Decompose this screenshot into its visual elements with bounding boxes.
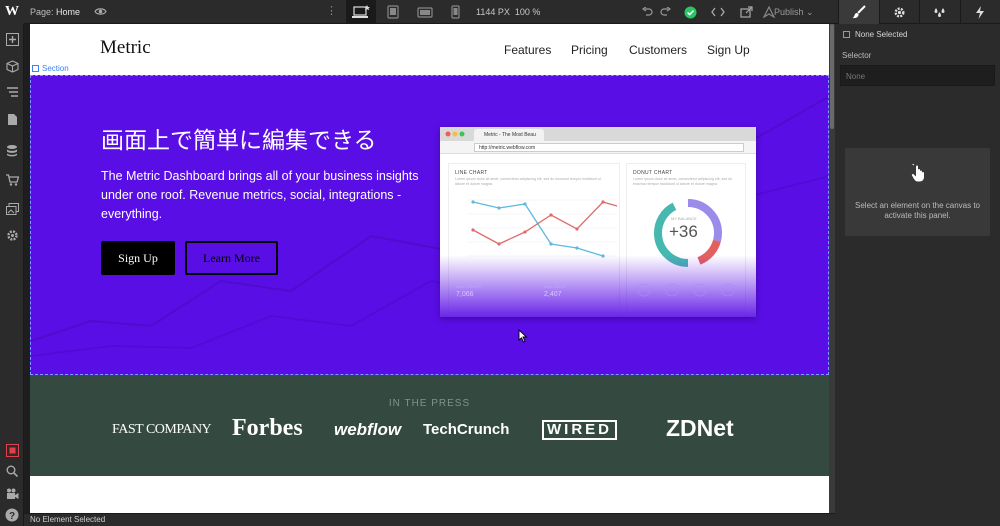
assets-images-icon[interactable] — [3, 200, 21, 218]
empty-panel-hint: Select an element on the canvas to activ… — [845, 148, 990, 236]
donut-chart-title: DONUT CHART — [633, 170, 673, 176]
symbols-cube-icon[interactable] — [3, 57, 21, 75]
none-selected-text: None Selected — [855, 29, 908, 39]
help-icon[interactable]: ? — [3, 506, 21, 524]
next-section[interactable] — [30, 476, 829, 513]
canvas-width: 1144 PX — [476, 7, 510, 17]
saved-status-check-icon — [681, 0, 699, 24]
status-bar: No Element Selected — [24, 513, 835, 526]
preview-eye-icon[interactable] — [94, 6, 107, 19]
webflow-logo[interactable]: W — [0, 0, 24, 24]
hero-learn-more-button[interactable]: Learn More — [185, 241, 278, 275]
chevron-down-icon: ⌄ — [806, 7, 814, 17]
hint-text: Select an element on the canvas to activ… — [855, 201, 980, 220]
code-export-icon[interactable] — [708, 0, 728, 24]
device-landscape-icon[interactable] — [410, 0, 440, 24]
line-chart-graphic — [467, 199, 618, 258]
device-tablet-icon[interactable] — [378, 0, 408, 24]
pointer-hand-icon — [911, 163, 925, 185]
selector-input[interactable]: None — [840, 65, 995, 86]
hero-subtitle[interactable]: The Metric Dashboard brings all of your … — [101, 167, 431, 224]
add-panel-plus-icon[interactable] — [3, 30, 21, 48]
mini-stat-circles — [637, 283, 735, 297]
tab-settings-gear-icon[interactable] — [878, 0, 920, 24]
nav-link-features[interactable]: Features — [504, 43, 551, 57]
fast-company-logo: FAST COMPANY — [112, 422, 212, 437]
style-panel: None Selected Selector None Select an el… — [835, 24, 1000, 526]
canvas-size-readout: 1144 PX 100 % — [476, 0, 540, 24]
page-selector[interactable]: Page: Home — [30, 0, 80, 24]
cms-database-icon[interactable] — [3, 141, 21, 159]
stat-2-value: 2,407 — [544, 291, 562, 298]
mockup-url: http://metric.webflow.com — [474, 143, 744, 152]
zoom-level: 100 % — [514, 7, 541, 17]
device-desktop-icon[interactable] — [346, 0, 376, 24]
section-hover-label: Section — [32, 64, 69, 73]
techcrunch-logo: TechCrunch — [423, 421, 510, 438]
selection-square-icon — [843, 30, 850, 38]
navigator-list-icon[interactable] — [3, 83, 21, 101]
ecommerce-cart-icon[interactable] — [3, 171, 21, 189]
site-navbar[interactable]: Metric Features Pricing Customers Sign U… — [30, 24, 829, 75]
tab-style-brush-icon[interactable] — [838, 0, 879, 24]
video-tutorials-icon[interactable] — [3, 484, 21, 502]
nav-link-customers[interactable]: Customers — [629, 43, 687, 57]
traffic-lights-icon — [445, 131, 465, 137]
wired-logo: WIRED — [542, 420, 617, 440]
top-bar: W Page: Home ⋮ 1144 PX 100 % Publish ⌄ — [0, 0, 1000, 24]
section-label-text: Section — [42, 64, 69, 73]
nav-link-pricing[interactable]: Pricing — [571, 43, 608, 57]
more-options-icon[interactable]: ⋮ — [326, 4, 337, 17]
mouse-cursor-icon — [518, 328, 528, 348]
left-toolbar: ? — [0, 24, 24, 526]
stat-2-label: NEW USERS — [544, 285, 566, 289]
undo-icon[interactable] — [640, 0, 654, 24]
page-prefix: Page: — [30, 7, 54, 17]
donut-label: MY BALANCE — [671, 216, 697, 221]
forbes-logo: Forbes — [232, 415, 303, 441]
stat-1-value: 7,066 — [456, 291, 474, 298]
section-square-icon — [32, 65, 39, 72]
site-brand[interactable]: Metric — [100, 37, 151, 59]
donut-value: +36 — [669, 222, 698, 241]
publish-label: Publish — [774, 7, 804, 17]
line-chart-title: LINE CHART — [455, 170, 488, 176]
pages-file-icon[interactable] — [3, 110, 21, 128]
dashboard-mockup-image[interactable]: Metric - The Most Beau http://metric.web… — [440, 127, 756, 317]
webflow-designer: W Page: Home ⋮ 1144 PX 100 % Publish ⌄ ?… — [0, 0, 1000, 526]
selection-state: None Selected — [835, 27, 1000, 41]
stat-1-label: NEW SIGNUPS — [456, 285, 481, 289]
mockup-tab: Metric - The Most Beau — [474, 129, 544, 141]
donut-chart-text: Lorem ipsum dolor sit amet, consectetur … — [633, 177, 733, 186]
panel-tabs — [838, 0, 1000, 24]
hero-section[interactable]: 画面上で簡単に編集できる The Metric Dashboard brings… — [30, 75, 829, 375]
designer-canvas[interactable]: Metric Features Pricing Customers Sign U… — [30, 24, 829, 513]
tab-interactions-bolt-icon[interactable] — [959, 0, 1000, 24]
page-name: Home — [56, 7, 81, 17]
svg-text:?: ? — [9, 511, 15, 522]
share-icon[interactable] — [736, 0, 756, 24]
scrollbar-thumb[interactable] — [830, 24, 834, 129]
mockup-tabbar: Metric - The Most Beau — [440, 127, 756, 141]
webflow-press-logo: webflow — [334, 420, 402, 439]
search-icon[interactable] — [3, 462, 21, 480]
tab-interactions-drops-icon[interactable] — [919, 0, 960, 24]
mockup-urlbar: http://metric.webflow.com — [440, 141, 756, 154]
hero-sign-up-button[interactable]: Sign Up — [101, 241, 175, 275]
device-phone-icon[interactable] — [440, 0, 470, 24]
settings-gear-icon[interactable] — [3, 226, 21, 244]
publish-button[interactable]: Publish ⌄ — [774, 0, 814, 24]
zdnet-logo: ZDNet — [666, 415, 734, 441]
nav-link-sign-up[interactable]: Sign Up — [707, 43, 750, 57]
line-chart-text: Lorem ipsum dolor sit amet, consectetur … — [455, 177, 602, 186]
redo-icon[interactable] — [658, 0, 672, 24]
press-section[interactable]: IN THE PRESS FAST COMPANY Forbes webflow… — [30, 375, 829, 476]
selector-label: Selector — [842, 51, 872, 60]
press-label: IN THE PRESS — [388, 398, 471, 409]
hero-title[interactable]: 画面上で簡単に編集できる — [101, 121, 377, 155]
record-stop-icon[interactable] — [3, 441, 21, 459]
